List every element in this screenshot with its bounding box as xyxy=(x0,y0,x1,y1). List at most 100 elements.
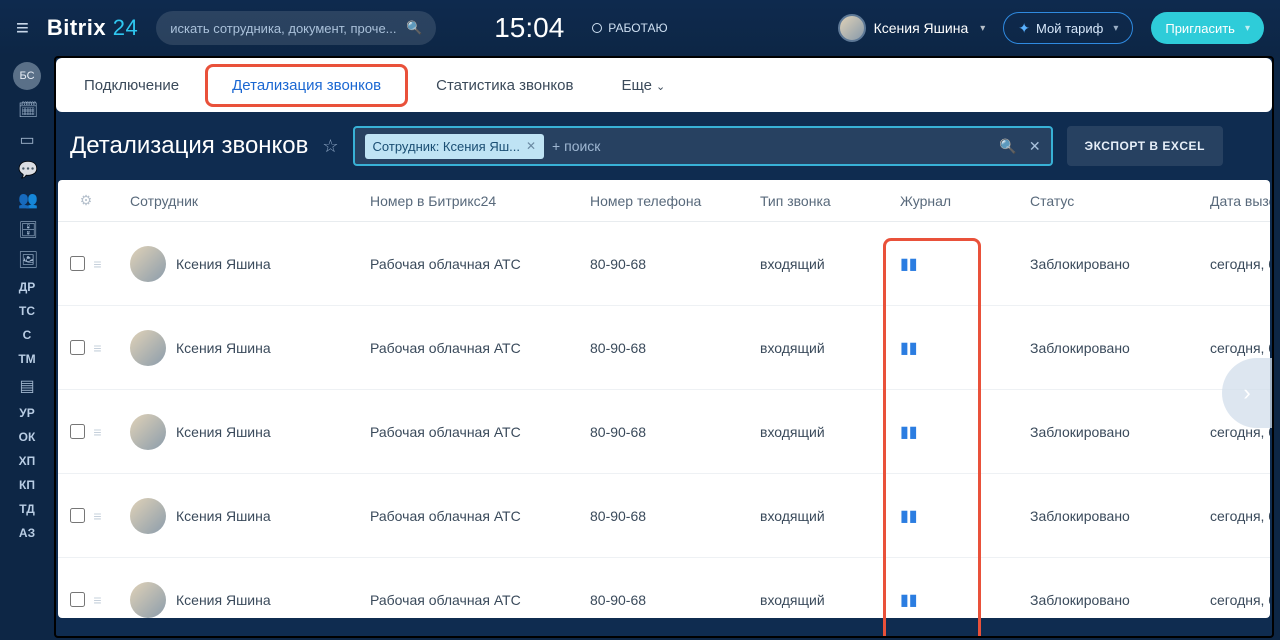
cell-employee[interactable]: Ксения Яшина xyxy=(130,414,370,450)
drag-icon[interactable]: ≡ xyxy=(93,508,101,524)
cell-employee[interactable]: Ксения Яшина xyxy=(130,582,370,618)
col-status[interactable]: Статус xyxy=(1030,193,1210,209)
cell-status: Заблокировано xyxy=(1030,592,1210,608)
col-date[interactable]: Дата вызова⌄ xyxy=(1210,193,1270,209)
title-row: Детализация звонков ☆ Сотрудник: Ксения … xyxy=(56,126,1272,180)
sidebar-item[interactable]: ДР xyxy=(19,280,36,294)
record-icon xyxy=(592,23,602,33)
calendar-icon[interactable]: 🗓 xyxy=(18,100,36,120)
avatar xyxy=(130,414,166,450)
table-row[interactable]: ≡ Ксения Яшина Рабочая облачная АТС 80-9… xyxy=(58,222,1270,306)
col-employee[interactable]: Сотрудник xyxy=(130,193,370,209)
close-icon[interactable]: ✕ xyxy=(526,139,536,153)
sidebar-item[interactable]: ТМ xyxy=(18,352,35,366)
row-select[interactable]: ≡ xyxy=(58,424,114,440)
invite-button[interactable]: Пригласить ▾ xyxy=(1151,12,1264,44)
grid-header: ⚙ Сотрудник Номер в Битрикс24 Номер теле… xyxy=(58,180,1270,222)
cell-journal[interactable]: ▮▮ xyxy=(900,338,1030,358)
sidebar-item[interactable]: ТД xyxy=(19,502,35,516)
card-icon[interactable]: ▭ xyxy=(18,130,36,150)
cell-employee[interactable]: Ксения Яшина xyxy=(130,330,370,366)
gear-icon[interactable]: ⚙ xyxy=(58,192,114,209)
cell-status: Заблокировано xyxy=(1030,340,1210,356)
row-checkbox[interactable] xyxy=(70,508,85,523)
search-icon[interactable]: 🔍 xyxy=(999,138,1016,155)
cell-number: Рабочая облачная АТС xyxy=(370,508,590,524)
sidebar-item[interactable]: УР xyxy=(19,406,34,420)
profile-menu[interactable]: Ксения Яшина ▾ xyxy=(838,14,986,42)
employee-name: Ксения Яшина xyxy=(176,340,271,356)
plan-label: Мой тариф xyxy=(1036,21,1103,36)
col-journal[interactable]: Журнал xyxy=(900,193,1030,209)
image-icon[interactable]: 🖼 xyxy=(18,250,36,270)
cell-journal[interactable]: ▮▮ xyxy=(900,590,1030,610)
table-row[interactable]: ≡ Ксения Яшина Рабочая облачная АТС 80-9… xyxy=(58,306,1270,390)
cell-employee[interactable]: Ксения Яшина xyxy=(130,246,370,282)
row-checkbox[interactable] xyxy=(70,592,85,607)
cell-phone: 80-90-68 xyxy=(590,424,760,440)
tab-more[interactable]: Еще⌄ xyxy=(601,63,685,108)
row-select[interactable]: ≡ xyxy=(58,256,114,272)
tab-call-detail[interactable]: Детализация звонков xyxy=(205,64,408,107)
export-excel-button[interactable]: ЭКСПОРТ В EXCEL xyxy=(1067,126,1223,166)
employee-name: Ксения Яшина xyxy=(176,424,271,440)
plan-button[interactable]: ✦ Мой тариф ▾ xyxy=(1003,12,1133,44)
row-select[interactable]: ≡ xyxy=(58,340,114,356)
people-icon[interactable]: 👥 xyxy=(18,190,36,210)
table-row[interactable]: ≡ Ксения Яшина Рабочая облачная АТС 80-9… xyxy=(58,390,1270,474)
work-status[interactable]: РАБОТАЮ xyxy=(592,21,667,35)
filter-chip-employee[interactable]: Сотрудник: Ксения Яш... ✕ xyxy=(365,134,545,159)
col-phone[interactable]: Номер телефона xyxy=(590,193,760,209)
sidebar-item[interactable]: КП xyxy=(19,478,35,492)
table-row[interactable]: ≡ Ксения Яшина Рабочая облачная АТС 80-9… xyxy=(58,474,1270,558)
avatar xyxy=(130,330,166,366)
tab-call-stats[interactable]: Статистика звонков xyxy=(416,63,593,108)
cell-type: входящий xyxy=(760,424,900,440)
sidebar-item[interactable]: ХП xyxy=(19,454,36,468)
drag-icon[interactable]: ≡ xyxy=(93,592,101,608)
cell-date: сегодня, 09:18 xyxy=(1210,256,1270,272)
row-select[interactable]: ≡ xyxy=(58,508,114,524)
cell-date: сегодня, 09:09 xyxy=(1210,592,1270,608)
chevron-down-icon: ▾ xyxy=(1245,23,1250,34)
cell-journal[interactable]: ▮▮ xyxy=(900,422,1030,442)
row-checkbox[interactable] xyxy=(70,424,85,439)
row-checkbox[interactable] xyxy=(70,256,85,271)
drag-icon[interactable]: ≡ xyxy=(93,424,101,440)
sidebar-item[interactable]: ТС xyxy=(19,304,35,318)
logo[interactable]: Bitrix 24 xyxy=(47,15,138,41)
sidebar-item[interactable]: С xyxy=(23,328,32,342)
star-icon[interactable]: ☆ xyxy=(322,136,338,157)
col-type[interactable]: Тип звонка xyxy=(760,193,900,209)
sidebar-item[interactable]: ОК xyxy=(19,430,36,444)
hamburger-icon[interactable]: ≡ xyxy=(16,15,29,41)
cell-journal[interactable]: ▮▮ xyxy=(900,506,1030,526)
clear-icon[interactable]: ✕ xyxy=(1029,138,1041,155)
doc-icon[interactable]: ▤ xyxy=(18,376,36,396)
avatar xyxy=(130,582,166,618)
clock: 15:04 xyxy=(494,12,564,44)
cell-employee[interactable]: Ксения Яшина xyxy=(130,498,370,534)
sidebar-item[interactable]: АЗ xyxy=(19,526,35,540)
avatar xyxy=(838,14,866,42)
col-number[interactable]: Номер в Битрикс24 xyxy=(370,193,590,209)
search-placeholder: искать сотрудника, документ, проче... xyxy=(170,21,396,36)
drag-icon[interactable]: ≡ xyxy=(93,256,101,272)
cell-number: Рабочая облачная АТС xyxy=(370,340,590,356)
invite-label: Пригласить xyxy=(1165,21,1235,36)
book-icon: ▮▮ xyxy=(900,256,918,273)
drag-icon[interactable]: ≡ xyxy=(93,340,101,356)
row-select[interactable]: ≡ xyxy=(58,592,114,608)
chat-icon[interactable]: 💬 xyxy=(18,160,36,180)
tab-connection[interactable]: Подключение xyxy=(64,63,199,108)
row-checkbox[interactable] xyxy=(70,340,85,355)
section-tabs: Подключение Детализация звонков Статисти… xyxy=(56,58,1272,112)
filter-search[interactable]: Сотрудник: Ксения Яш... ✕ + поиск 🔍 ✕ xyxy=(353,126,1053,166)
sidebar-profile-circle[interactable]: БС xyxy=(13,62,41,90)
cell-journal[interactable]: ▮▮ xyxy=(900,254,1030,274)
cell-phone: 80-90-68 xyxy=(590,508,760,524)
table-row[interactable]: ≡ Ксения Яшина Рабочая облачная АТС 80-9… xyxy=(58,558,1270,618)
profile-name: Ксения Яшина xyxy=(874,20,969,36)
drive-icon[interactable]: 🗄 xyxy=(18,220,36,240)
global-search[interactable]: искать сотрудника, документ, проче... 🔍 xyxy=(156,11,436,45)
